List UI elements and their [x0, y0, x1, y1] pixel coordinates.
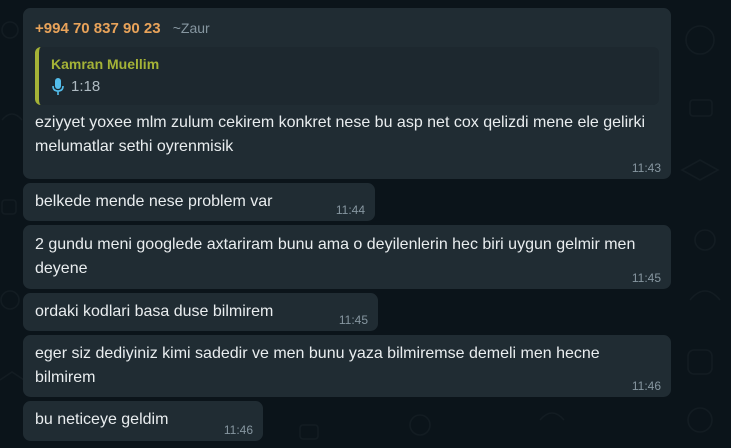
message-time: 11:43	[631, 161, 661, 175]
voice-note-duration: 1:18	[71, 78, 101, 95]
quote-voice-note: 1:18	[51, 77, 649, 97]
message-bubble[interactable]: bu neticeye geldim 11:46	[23, 401, 263, 441]
sender-alias: ~Zaur	[172, 20, 210, 36]
sender-phone[interactable]: +994 70 837 90 23	[35, 20, 161, 37]
message-time: 11:46	[223, 423, 253, 437]
message-text: belkede mende nese problem var	[35, 193, 273, 210]
microphone-icon	[52, 78, 64, 95]
message-text: eger siz dediyiniz kimi sadedir ve men b…	[35, 345, 600, 386]
message-time: 11:45	[631, 271, 661, 285]
message-bubble[interactable]: eger siz dediyiniz kimi sadedir ve men b…	[23, 335, 671, 397]
message-text: eziyyet yoxee mlm zulum cekirem konkret …	[35, 114, 646, 155]
message-bubble[interactable]: 2 gundu meni googlede axtariram bunu ama…	[23, 225, 671, 289]
sender-row: +994 70 837 90 23 ~Zaur	[35, 18, 659, 39]
message-text: ordaki kodlari basa duse bilmirem	[35, 303, 274, 320]
message-text: 2 gundu meni googlede axtariram bunu ama…	[35, 236, 636, 277]
message-bubble[interactable]: +994 70 837 90 23 ~Zaur Kamran Muellim 1…	[23, 8, 671, 179]
message-time: 11:45	[338, 313, 368, 327]
message-time: 11:44	[335, 203, 365, 217]
chat-panel: +994 70 837 90 23 ~Zaur Kamran Muellim 1…	[0, 0, 731, 448]
message-text: bu neticeye geldim	[35, 411, 169, 428]
message-bubble[interactable]: ordaki kodlari basa duse bilmirem 11:45	[23, 293, 378, 331]
quoted-message[interactable]: Kamran Muellim 1:18	[35, 47, 659, 105]
message-bubble[interactable]: belkede mende nese problem var 11:44	[23, 183, 375, 221]
message-time: 11:46	[631, 379, 661, 393]
quote-author: Kamran Muellim	[51, 56, 160, 72]
